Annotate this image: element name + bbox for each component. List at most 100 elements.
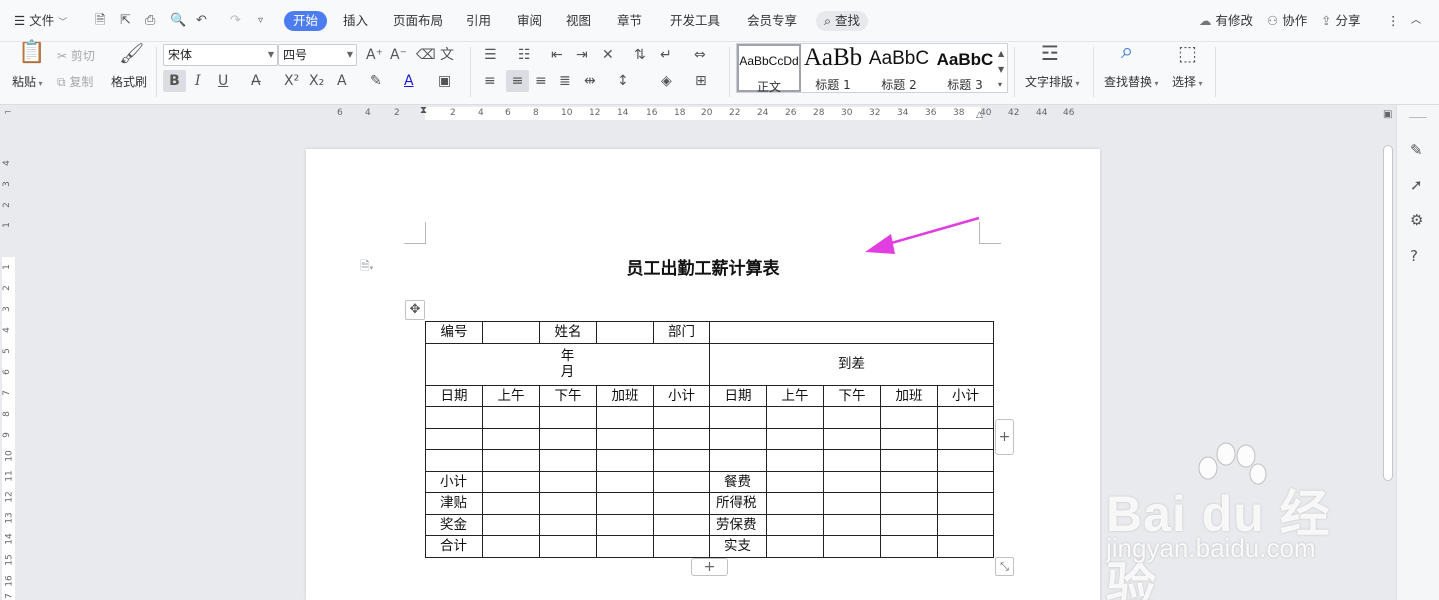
table-cell[interactable] bbox=[937, 470, 994, 493]
table-cell[interactable]: 加班 bbox=[596, 384, 654, 407]
table-cell[interactable] bbox=[709, 449, 767, 472]
table-cell[interactable] bbox=[937, 449, 994, 472]
table-cell[interactable]: 下午 bbox=[539, 384, 597, 407]
table-cell[interactable] bbox=[653, 406, 710, 429]
style-scroll-up-icon[interactable]: ▲ bbox=[998, 46, 1004, 62]
vertical-ruler[interactable]: 4 3 2 1 1 2 3 4 5 6 7 8 9 10 11 12 13 14 15 16 17 bbox=[0, 122, 17, 600]
quick-access-dropdown-icon[interactable]: ▿ bbox=[258, 13, 263, 29]
table-cell[interactable] bbox=[709, 427, 767, 450]
table-cell[interactable] bbox=[653, 427, 710, 450]
table-cell[interactable] bbox=[709, 406, 767, 429]
table-cell[interactable] bbox=[482, 406, 540, 429]
tab-view[interactable]: 视图 bbox=[566, 11, 591, 31]
underline-icon[interactable]: U bbox=[218, 73, 228, 89]
format-painter-button[interactable]: 格式刷 bbox=[111, 74, 147, 90]
table-cell[interactable] bbox=[880, 513, 938, 536]
table-cell[interactable] bbox=[937, 427, 994, 450]
attendance-table[interactable]: 编号 姓名 部门 年 月 到差 日期 上午 下午 加班 小计 日期 上午 下午 … bbox=[425, 321, 994, 558]
table-cell[interactable]: 上午 bbox=[482, 384, 540, 407]
table-cell[interactable] bbox=[937, 513, 994, 536]
font-size-select[interactable]: 四号 ▼ bbox=[278, 44, 357, 66]
style-heading-2[interactable]: AaBbC 标题 2 bbox=[865, 44, 933, 92]
table-cell-year-month[interactable]: 年 月 bbox=[425, 342, 710, 386]
paste-icon[interactable]: 📋 bbox=[18, 42, 45, 64]
table-cell[interactable] bbox=[823, 492, 881, 515]
text-layout-icon[interactable]: ☲ bbox=[1041, 43, 1059, 63]
table-cell[interactable] bbox=[880, 406, 938, 429]
superscript-icon[interactable]: X² bbox=[284, 73, 299, 89]
format-painter-icon[interactable]: 🖌 bbox=[119, 43, 144, 63]
tab-home[interactable]: 开始 bbox=[284, 11, 328, 31]
phonetic-guide-icon[interactable]: 文 bbox=[440, 47, 454, 63]
table-cell[interactable] bbox=[425, 406, 483, 429]
table-cell[interactable] bbox=[596, 406, 654, 429]
table-cell[interactable] bbox=[482, 492, 540, 515]
table-resize-handle[interactable]: ⤡ bbox=[995, 557, 1014, 576]
table-cell[interactable] bbox=[539, 492, 597, 515]
show-marks-icon[interactable]: ⇔ bbox=[694, 47, 706, 63]
borders-icon[interactable]: ⊞ bbox=[695, 73, 707, 89]
edit-pen-icon[interactable]: ✎ bbox=[1410, 141, 1423, 159]
table-cell[interactable] bbox=[766, 535, 824, 558]
find-replace-icon[interactable]: ⌕ bbox=[1121, 41, 1133, 63]
tab-member[interactable]: 会员专享 bbox=[747, 11, 797, 31]
table-cell[interactable]: 实支 bbox=[709, 535, 767, 558]
table-cell[interactable] bbox=[425, 427, 483, 450]
justify-icon[interactable]: ≣ bbox=[559, 73, 571, 89]
table-cell[interactable] bbox=[823, 406, 881, 429]
table-move-handle[interactable]: ✥ bbox=[405, 300, 425, 320]
highlight-icon[interactable]: ✎ bbox=[370, 73, 382, 89]
table-cell[interactable]: 日期 bbox=[425, 384, 483, 407]
table-cell[interactable]: 部门 bbox=[653, 321, 710, 344]
redo-icon[interactable]: ↷ bbox=[230, 13, 241, 29]
table-cell[interactable] bbox=[653, 470, 710, 493]
table-cell[interactable] bbox=[539, 513, 597, 536]
numbered-list-icon[interactable]: ☷ bbox=[518, 47, 531, 63]
distribute-icon[interactable]: ⇹ bbox=[584, 73, 596, 89]
add-column-button[interactable]: + bbox=[995, 419, 1014, 455]
chinese-layout-icon[interactable]: ✕ bbox=[602, 47, 614, 63]
tab-review[interactable]: 审阅 bbox=[517, 11, 542, 31]
table-cell[interactable] bbox=[653, 449, 710, 472]
sort-icon[interactable]: ⇅ bbox=[634, 47, 646, 63]
select-button[interactable]: 选择 ▾ bbox=[1172, 74, 1203, 92]
collapse-ribbon-icon[interactable]: ︿ bbox=[1411, 11, 1421, 31]
line-break-icon[interactable]: ↵ bbox=[660, 47, 672, 63]
table-cell-arrival[interactable]: 到差 bbox=[709, 342, 994, 386]
table-cell[interactable] bbox=[539, 470, 597, 493]
table-cell[interactable] bbox=[823, 535, 881, 558]
tab-stop-icon[interactable]: ⌐ bbox=[4, 108, 12, 118]
table-cell[interactable]: 奖金 bbox=[425, 513, 483, 536]
print-preview-icon[interactable]: 🔍 bbox=[170, 13, 186, 29]
table-cell[interactable] bbox=[596, 427, 654, 450]
table-cell[interactable]: 劳保费 bbox=[709, 513, 767, 536]
style-expand-icon[interactable]: ▾ bbox=[998, 77, 1002, 93]
style-heading-3[interactable]: AaBbC 标题 3 bbox=[933, 44, 997, 92]
table-cell[interactable] bbox=[482, 427, 540, 450]
tab-chapter[interactable]: 章节 bbox=[617, 11, 642, 31]
split-view-icon[interactable]: ▣ bbox=[1383, 109, 1392, 120]
more-icon[interactable]: ⋮ bbox=[1387, 11, 1400, 31]
select-icon[interactable]: ⬚ bbox=[1178, 43, 1197, 63]
table-cell[interactable] bbox=[596, 513, 654, 536]
table-cell[interactable] bbox=[539, 449, 597, 472]
table-cell[interactable] bbox=[937, 406, 994, 429]
grow-font-icon[interactable]: A⁺ bbox=[366, 47, 383, 63]
table-cell[interactable] bbox=[937, 535, 994, 558]
table-cell[interactable] bbox=[766, 470, 824, 493]
table-cell[interactable]: 合计 bbox=[425, 535, 483, 558]
table-cell[interactable] bbox=[766, 449, 824, 472]
line-spacing-icon[interactable]: ↕ bbox=[617, 73, 629, 89]
table-cell[interactable] bbox=[539, 427, 597, 450]
tab-page-layout[interactable]: 页面布局 bbox=[393, 11, 443, 31]
cut-button[interactable]: ✂ 剪切 bbox=[57, 48, 95, 64]
table-cell[interactable] bbox=[653, 492, 710, 515]
align-center-icon[interactable]: ≡ bbox=[506, 70, 529, 92]
file-menu[interactable]: ☰ 文件 ﹀ bbox=[14, 11, 67, 31]
horizontal-ruler[interactable]: ⌐ ⧗ △ 6 4 2 2 4 6 8 10 12 14 16 18 20 22 24 26 28 30 32 34 3… bbox=[0, 105, 1380, 122]
text-layout-button[interactable]: 文字排版 ▾ bbox=[1025, 74, 1080, 92]
table-cell[interactable] bbox=[880, 427, 938, 450]
table-cell[interactable] bbox=[482, 321, 540, 344]
table-cell[interactable] bbox=[880, 449, 938, 472]
style-heading-1[interactable]: AaBb 标题 1 bbox=[801, 44, 865, 92]
